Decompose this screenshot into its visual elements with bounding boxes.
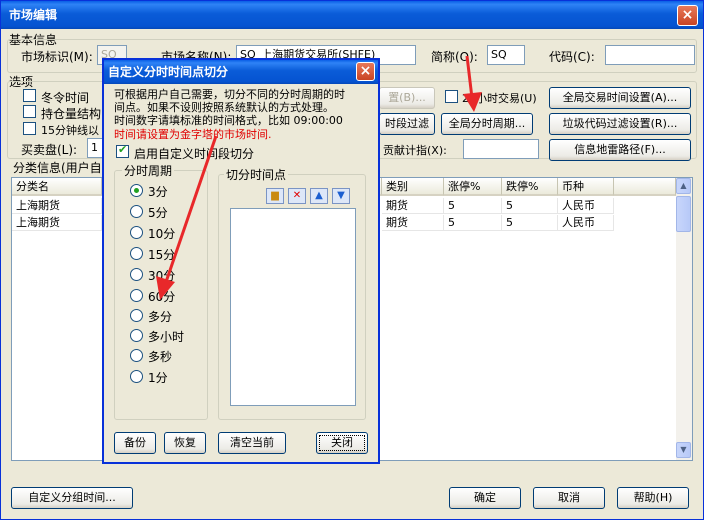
arrow-to-60m-period: [156, 135, 218, 300]
annotation-arrows: [156, 55, 482, 300]
arrow-to-global-period: [463, 55, 482, 112]
